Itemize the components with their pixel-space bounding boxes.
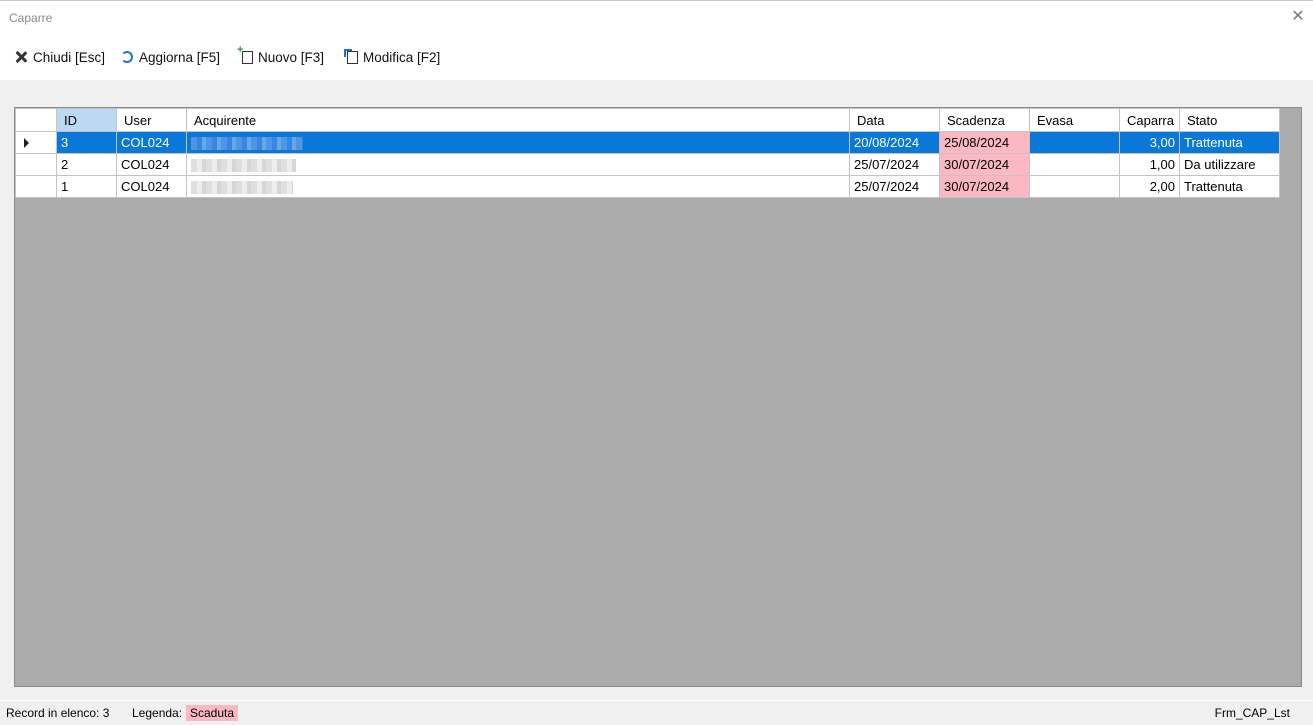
table-row[interactable]: 2 COL024 25/07/2024 30/07/2024 1,00 Da u… (15, 153, 1280, 176)
close-button-label: Chiudi [Esc] (33, 49, 106, 65)
column-header-scadenza[interactable]: Scadenza (939, 108, 1030, 132)
cell-caparra[interactable]: 2,00 (1119, 175, 1180, 198)
edit-button-label: Modifica [F2] (363, 49, 441, 65)
cell-data[interactable]: 25/07/2024 (849, 175, 940, 198)
table-row[interactable]: 3 COL024 20/08/2024 25/08/2024 3,00 Trat… (15, 131, 1280, 154)
window: Caparre ✕ Chiudi [Esc] Aggiorna [F5] Nuo… (0, 0, 1313, 725)
row-header-corner (15, 108, 57, 132)
column-header-stato[interactable]: Stato (1179, 108, 1280, 132)
form-name: Frm_CAP_Lst (1214, 706, 1290, 720)
cell-caparra[interactable]: 1,00 (1119, 153, 1180, 176)
cell-stato[interactable]: Trattenuta (1179, 131, 1280, 154)
table-row[interactable]: 1 COL024 25/07/2024 30/07/2024 2,00 Trat… (15, 175, 1280, 198)
grid-header-row: ID User Acquirente Data Scadenza Evasa C… (15, 108, 1280, 132)
redacted-buyer (191, 137, 303, 151)
window-title: Caparre (9, 11, 53, 25)
row-selector[interactable] (15, 131, 57, 154)
column-header-evasa[interactable]: Evasa (1029, 108, 1120, 132)
cell-user[interactable]: COL024 (116, 131, 187, 154)
edit-document-icon (344, 48, 358, 64)
x-icon (14, 50, 28, 64)
column-header-acquirente[interactable]: Acquirente (186, 108, 850, 132)
cell-caparra[interactable]: 3,00 (1119, 131, 1180, 154)
cell-evasa[interactable] (1029, 131, 1120, 154)
legend-label: Legenda: (132, 706, 183, 720)
refresh-button-label: Aggiorna [F5] (139, 49, 221, 65)
cell-user[interactable]: COL024 (116, 153, 187, 176)
cell-data[interactable]: 25/07/2024 (849, 153, 940, 176)
refresh-icon (121, 51, 133, 63)
new-button-label: Nuovo [F3] (258, 49, 325, 65)
record-count: Record in elenco: 3 (6, 706, 110, 720)
cell-evasa[interactable] (1029, 175, 1120, 198)
cell-stato[interactable]: Da utilizzare (1179, 153, 1280, 176)
cell-acquirente[interactable] (186, 175, 850, 198)
row-selector[interactable] (15, 175, 57, 198)
cell-acquirente[interactable] (186, 153, 850, 176)
column-header-id[interactable]: ID (56, 108, 117, 132)
cell-scadenza[interactable]: 30/07/2024 (939, 153, 1030, 176)
column-header-user[interactable]: User (116, 108, 187, 132)
toolbar: Chiudi [Esc] Aggiorna [F5] Nuovo [F3] Mo… (0, 39, 1313, 75)
content-area: ID User Acquirente Data Scadenza Evasa C… (0, 80, 1313, 700)
edit-button[interactable]: Modifica [F2] (344, 47, 441, 67)
cell-evasa[interactable] (1029, 153, 1120, 176)
close-button[interactable]: Chiudi [Esc] (14, 47, 105, 67)
legend-expired-badge: Scaduta (186, 705, 239, 721)
cell-acquirente[interactable] (186, 131, 850, 154)
current-row-arrow-icon (24, 138, 29, 148)
refresh-button[interactable]: Aggiorna [F5] (121, 47, 220, 67)
cell-id[interactable]: 2 (56, 153, 117, 176)
close-icon[interactable]: ✕ (1289, 8, 1307, 26)
column-header-caparra[interactable]: Caparra (1119, 108, 1180, 132)
new-button[interactable]: Nuovo [F3] (237, 44, 325, 67)
cell-id[interactable]: 3 (56, 131, 117, 154)
cell-scadenza[interactable]: 30/07/2024 (939, 175, 1030, 198)
grid-table: ID User Acquirente Data Scadenza Evasa C… (15, 108, 1280, 198)
cell-stato[interactable]: Trattenuta (1179, 175, 1280, 198)
redacted-buyer (191, 181, 293, 195)
cell-id[interactable]: 1 (56, 175, 117, 198)
data-grid[interactable]: ID User Acquirente Data Scadenza Evasa C… (14, 107, 1302, 687)
row-selector[interactable] (15, 153, 57, 176)
cell-user[interactable]: COL024 (116, 175, 187, 198)
status-bar: Record in elenco: 3 Legenda: Scaduta Frm… (0, 701, 1313, 725)
title-bar: Caparre ✕ (0, 2, 1313, 32)
column-header-data[interactable]: Data (849, 108, 940, 132)
new-document-icon (237, 44, 253, 64)
cell-data[interactable]: 20/08/2024 (849, 131, 940, 154)
cell-scadenza[interactable]: 25/08/2024 (939, 131, 1030, 154)
redacted-buyer (191, 159, 296, 173)
